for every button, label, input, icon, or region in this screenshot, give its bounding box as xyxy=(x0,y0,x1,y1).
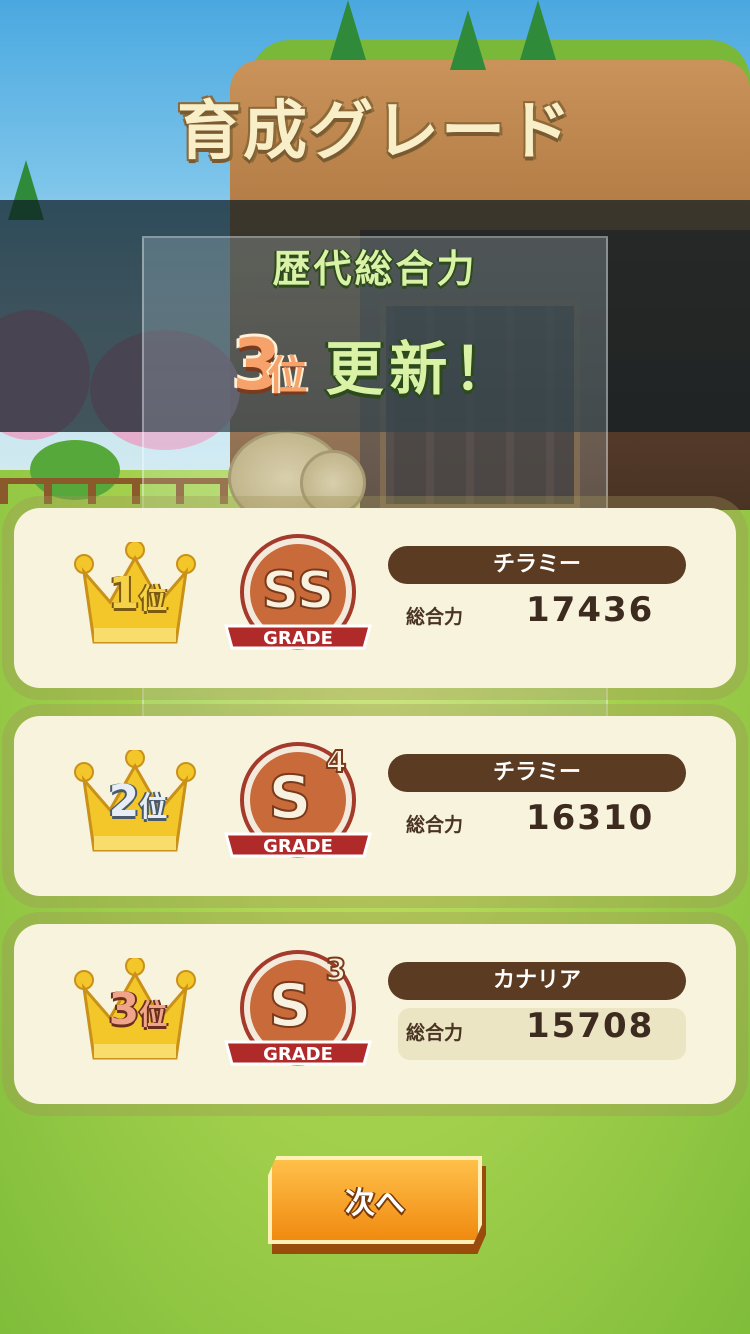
crown-icon: 2位 xyxy=(70,750,200,860)
banner-headline: 3位 更新！ xyxy=(0,322,750,406)
ranking-card-2: 2位 S 4 GRADE チラミー 総合力 16310 xyxy=(14,716,736,896)
banner-update-text: 更新！ xyxy=(325,335,518,403)
trainee-name: チラミー xyxy=(388,754,686,792)
tree xyxy=(330,0,366,60)
grade-caption: GRADE xyxy=(263,1044,333,1065)
grade-text: SS xyxy=(262,561,335,621)
tree xyxy=(520,0,556,60)
rank-label: 3位 xyxy=(108,984,168,1035)
stat-label: 総合力 xyxy=(406,1022,464,1044)
stat-value: 16310 xyxy=(526,798,655,838)
banner-subtitle: 歴代総合力 xyxy=(272,247,478,291)
next-button[interactable]: 次へ xyxy=(268,1156,482,1244)
grade-badge: S 4 GRADE xyxy=(218,738,378,878)
crown-icon: 1位 xyxy=(70,542,200,652)
grade-superscript: 3 xyxy=(326,953,347,988)
ranking-card-1: 1位 SS GRADE チラミー 総合力 17436 xyxy=(14,508,736,688)
rank-label: 2位 xyxy=(108,776,168,827)
tree xyxy=(450,10,486,70)
grade-text: S xyxy=(268,971,311,1041)
banner-rank-suffix: 位 xyxy=(267,353,308,399)
banner-rank: 3位 xyxy=(233,324,308,406)
stat-label: 総合力 xyxy=(406,814,464,836)
trainee-name: カナリア xyxy=(388,962,686,1000)
grade-badge: S 3 GRADE xyxy=(218,946,378,1086)
grade-caption: GRADE xyxy=(263,628,333,649)
stat-value: 17436 xyxy=(526,590,655,630)
stat-label: 総合力 xyxy=(406,606,464,628)
rank-label: 1位 xyxy=(108,568,168,619)
trainee-name: チラミー xyxy=(388,546,686,584)
screen-title: 育成グレード xyxy=(177,95,573,169)
stat-value: 15708 xyxy=(526,1006,655,1046)
grade-text: S xyxy=(268,763,311,833)
grade-superscript: 4 xyxy=(326,745,347,780)
ranking-card-3: 3位 S 3 GRADE カナリア 総合力 15708 xyxy=(14,924,736,1104)
grade-caption: GRADE xyxy=(263,836,333,857)
grade-badge: SS GRADE xyxy=(218,530,378,670)
crown-icon: 3位 xyxy=(70,958,200,1068)
